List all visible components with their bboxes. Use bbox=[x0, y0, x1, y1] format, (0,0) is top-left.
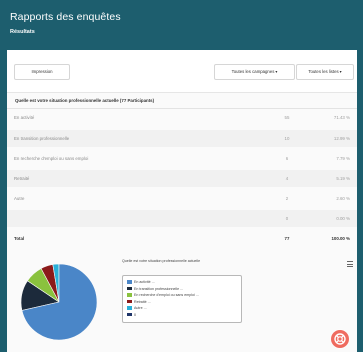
row-label: Retraité bbox=[14, 176, 30, 181]
total-count: 77 bbox=[284, 236, 290, 241]
caret-down-icon: ▾ bbox=[339, 69, 342, 74]
row-label: En recherche d'emploi ou sans emploi bbox=[14, 156, 89, 161]
hamburger-menu-icon[interactable] bbox=[347, 261, 353, 267]
page-title: Rapports des enquêtes bbox=[10, 11, 121, 23]
pie-chart bbox=[20, 263, 98, 341]
legend-swatch bbox=[127, 293, 132, 297]
row-count: 0 bbox=[285, 216, 289, 221]
row-label: En activité bbox=[14, 115, 35, 120]
campaigns-dropdown-label: Toutes les campagnes bbox=[231, 69, 275, 74]
row-percent: 0.00 % bbox=[336, 216, 350, 221]
page-subtitle: Résultats bbox=[10, 29, 35, 35]
report-panel: Impression Toutes les campagnes▾ Toutes … bbox=[7, 50, 357, 352]
legend-label: Autre ... bbox=[134, 306, 147, 310]
legend-label: 0 bbox=[134, 312, 136, 317]
campaigns-dropdown[interactable]: Toutes les campagnes▾ bbox=[214, 64, 295, 80]
chart-title: Quelle est votre situation professionnel… bbox=[122, 259, 201, 263]
legend-swatch bbox=[127, 280, 132, 284]
row-percent: 12.99 % bbox=[333, 136, 350, 141]
row-count: 55 bbox=[284, 115, 290, 120]
caret-down-icon: ▾ bbox=[275, 69, 278, 74]
row-label: Autre bbox=[14, 196, 25, 201]
page-header: Rapports des enquêtes Résultats bbox=[0, 0, 363, 46]
row-percent: 5.19 % bbox=[336, 176, 350, 181]
legend-item[interactable]: Autre ... bbox=[127, 305, 147, 311]
toolbar: Impression Toutes les campagnes▾ Toutes … bbox=[7, 50, 357, 93]
row-count: 4 bbox=[285, 176, 289, 181]
print-button-label: Impression bbox=[31, 69, 53, 74]
table-row: 0 0.00 % bbox=[7, 210, 357, 227]
table-row: En recherche d'emploi ou sans emploi 6 7… bbox=[7, 150, 357, 167]
lists-dropdown[interactable]: Toutes les listes▾ bbox=[296, 64, 354, 80]
print-button[interactable]: Impression bbox=[14, 64, 70, 80]
legend-item[interactable]: 0 bbox=[127, 312, 136, 318]
row-count: 2 bbox=[285, 196, 289, 201]
legend-label: En activité ... bbox=[134, 280, 155, 284]
legend-label: En transition professionnelle ... bbox=[134, 286, 184, 291]
row-percent: 2.60 % bbox=[336, 196, 350, 201]
chart-legend: En activité ... En transition profession… bbox=[122, 275, 242, 323]
row-label: En transition professionnelle bbox=[14, 136, 70, 141]
row-percent: 71.43 % bbox=[333, 115, 350, 120]
legend-label: En recherche d'emploi ou sans emploi ... bbox=[134, 293, 199, 297]
question-title: Quelle est votre situation professionnel… bbox=[15, 98, 155, 103]
table-total-row: Total 77 100.00 % bbox=[7, 230, 357, 247]
row-percent: 7.79 % bbox=[336, 156, 350, 161]
table-row: Retraité 4 5.19 % bbox=[7, 170, 357, 187]
table-row: En transition professionnelle 10 12.99 % bbox=[7, 130, 357, 147]
row-count: 10 bbox=[284, 136, 290, 141]
legend-swatch bbox=[127, 299, 132, 304]
legend-swatch bbox=[127, 286, 132, 291]
help-button[interactable] bbox=[331, 330, 349, 348]
legend-item[interactable]: En transition professionnelle ... bbox=[127, 286, 183, 292]
table-row: En activité 55 71.43 % bbox=[7, 109, 357, 126]
lists-dropdown-label: Toutes les listes bbox=[308, 69, 339, 74]
chart-area: Quelle est votre situation professionnel… bbox=[7, 250, 357, 352]
legend-item[interactable]: Retraité ... bbox=[127, 299, 151, 305]
total-percent: 100.00 % bbox=[331, 236, 350, 241]
table-row: Autre 2 2.60 % bbox=[7, 190, 357, 207]
legend-item[interactable]: En recherche d'emploi ou sans emploi ... bbox=[127, 292, 199, 298]
lifebuoy-icon bbox=[334, 333, 346, 345]
row-count: 6 bbox=[285, 156, 289, 161]
legend-label: Retraité ... bbox=[134, 299, 151, 304]
legend-swatch bbox=[127, 312, 132, 317]
legend-swatch bbox=[127, 306, 132, 310]
legend-item[interactable]: En activité ... bbox=[127, 279, 155, 285]
total-label: Total bbox=[14, 236, 25, 241]
